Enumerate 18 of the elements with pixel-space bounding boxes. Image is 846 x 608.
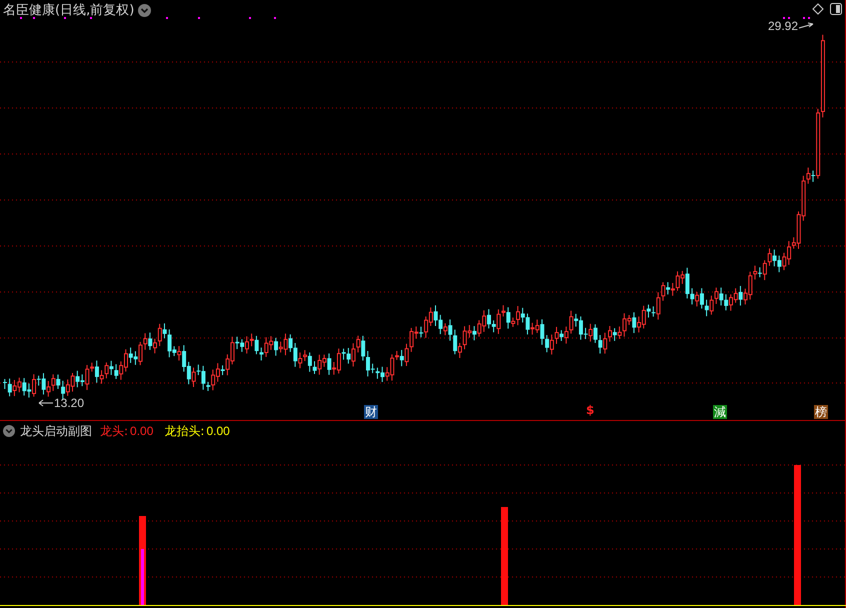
legend-value: 0.00: [130, 423, 154, 440]
indicator-name: 龙头启动副图: [20, 423, 92, 440]
legend-label: 龙抬头:: [164, 423, 204, 440]
dropdown-icon[interactable]: [138, 4, 152, 18]
arrow-icon: [798, 22, 814, 30]
event-symbol[interactable]: $: [586, 403, 594, 417]
price-label: 13.20: [54, 395, 84, 412]
panel-toggle-icon[interactable]: [830, 3, 842, 15]
event-badge[interactable]: 财: [364, 405, 378, 419]
dropdown-icon[interactable]: [3, 425, 15, 437]
chart-title: 名臣健康(日线,前复权): [3, 2, 134, 20]
arrow-icon: [38, 399, 54, 407]
price-label: 29.92: [768, 18, 798, 35]
event-badge[interactable]: 榜: [814, 405, 828, 419]
diamond-icon[interactable]: [812, 3, 824, 15]
event-badge[interactable]: 減: [713, 405, 727, 419]
legend-value: 0.00: [206, 423, 230, 440]
legend-label: 龙头:: [100, 423, 128, 440]
